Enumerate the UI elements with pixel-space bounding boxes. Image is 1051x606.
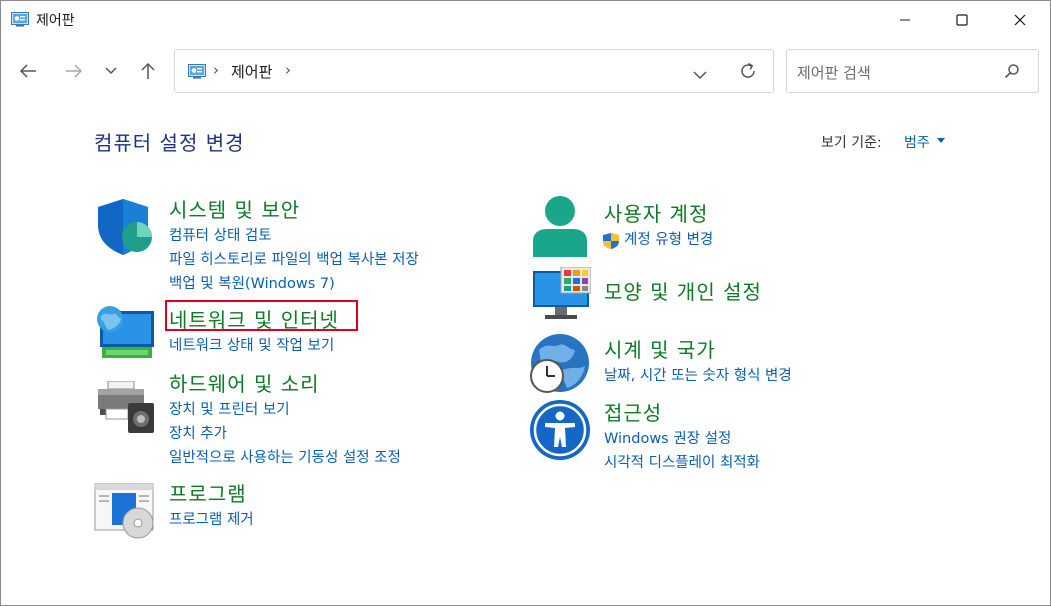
link-uninstall-program[interactable]: 프로그램 제거 xyxy=(169,508,254,532)
chevron-down-icon xyxy=(693,71,707,80)
page-title: 컴퓨터 설정 변경 xyxy=(94,131,245,155)
control-panel-window: 제어판 › 제어판 › 제어판 검색 컴퓨터 설정 변경 보기 기준: 범주 시… xyxy=(0,0,1051,606)
link-date-time-format[interactable]: 날짜, 시간 또는 숫자 형식 변경 xyxy=(604,364,792,388)
arrow-up-icon xyxy=(141,62,155,79)
link-backup-restore[interactable]: 백업 및 복원(Windows 7) xyxy=(169,272,419,296)
breadcrumb-control-panel[interactable]: 제어판 xyxy=(231,61,272,82)
link-optimize-display[interactable]: 시각적 디스플레이 최적화 xyxy=(604,451,760,475)
category-appearance: 모양 및 개인 설정 xyxy=(604,276,762,305)
view-by-label: 보기 기준: xyxy=(821,135,882,151)
network-icon[interactable] xyxy=(96,303,156,361)
link-add-device[interactable]: 장치 추가 xyxy=(169,422,401,446)
shield-icon[interactable] xyxy=(96,197,156,257)
minimize-button[interactable] xyxy=(876,1,934,39)
link-recommended-settings[interactable]: Windows 권장 설정 xyxy=(604,427,760,451)
category-title-appearance[interactable]: 모양 및 개인 설정 xyxy=(604,276,762,305)
control-panel-icon xyxy=(188,64,206,79)
chevron-down-icon xyxy=(105,67,117,75)
category-title-network-internet[interactable]: 네트워크 및 인터넷 xyxy=(169,304,339,333)
title-bar: 제어판 xyxy=(1,1,1050,39)
link-change-account-type[interactable]: 계정 유형 변경 xyxy=(624,228,713,252)
refresh-button[interactable] xyxy=(738,61,758,85)
uac-shield-icon xyxy=(603,233,619,249)
navigation-bar: › 제어판 › 제어판 검색 xyxy=(1,45,1050,97)
category-clock-region: 시계 및 국가 날짜, 시간 또는 숫자 형식 변경 xyxy=(604,334,792,388)
recent-locations-button[interactable] xyxy=(98,57,124,85)
appearance-icon[interactable] xyxy=(531,267,591,321)
breadcrumb-separator: › xyxy=(213,61,219,79)
arrow-left-icon xyxy=(19,64,36,78)
close-icon xyxy=(1014,14,1026,26)
printer-icon[interactable] xyxy=(96,381,156,433)
refresh-icon xyxy=(741,62,755,78)
search-placeholder: 제어판 검색 xyxy=(797,64,871,82)
up-button[interactable] xyxy=(134,57,162,85)
category-ease-of-access: 접근성 Windows 권장 설정 시각적 디스플레이 최적화 xyxy=(604,397,760,475)
programs-icon[interactable] xyxy=(94,483,156,539)
breadcrumb-separator[interactable]: › xyxy=(285,61,291,79)
control-panel-icon xyxy=(11,12,29,27)
address-dropdown-button[interactable] xyxy=(693,65,707,84)
arrow-right-icon xyxy=(66,64,83,78)
category-network-internet: 네트워크 및 인터넷 네트워크 상태 및 작업 보기 xyxy=(169,304,339,358)
window-title: 제어판 xyxy=(36,13,75,29)
view-by-dropdown[interactable]: 범주 xyxy=(904,132,930,152)
close-button[interactable] xyxy=(991,1,1049,39)
category-title-system-security[interactable]: 시스템 및 보안 xyxy=(169,194,419,223)
caret-down-icon[interactable] xyxy=(937,138,945,143)
category-system-security: 시스템 및 보안 컴퓨터 상태 검토 파일 히스토리로 파일의 백업 복사본 저… xyxy=(169,194,419,296)
back-button[interactable] xyxy=(14,57,42,85)
link-review-computer-status[interactable]: 컴퓨터 상태 검토 xyxy=(169,224,419,248)
clock-region-icon[interactable] xyxy=(529,332,591,394)
category-title-user-accounts[interactable]: 사용자 계정 xyxy=(604,198,713,227)
category-hardware-sound: 하드웨어 및 소리 장치 및 프린터 보기 장치 추가 일반적으로 사용하는 기… xyxy=(169,368,401,470)
category-programs: 프로그램 프로그램 제거 xyxy=(169,478,254,532)
address-bar[interactable]: › 제어판 › xyxy=(174,49,774,93)
link-network-status[interactable]: 네트워크 상태 및 작업 보기 xyxy=(169,334,339,358)
link-devices-printers[interactable]: 장치 및 프린터 보기 xyxy=(169,398,401,422)
category-title-programs[interactable]: 프로그램 xyxy=(169,478,254,507)
minimize-icon xyxy=(900,19,910,21)
link-mobility-settings[interactable]: 일반적으로 사용하는 기동성 설정 조정 xyxy=(169,446,401,470)
search-icon xyxy=(1004,64,1019,79)
link-file-history[interactable]: 파일 히스토리로 파일의 백업 복사본 저장 xyxy=(169,248,419,272)
search-box[interactable]: 제어판 검색 xyxy=(786,49,1039,93)
search-button[interactable] xyxy=(1004,63,1020,83)
accessibility-icon[interactable] xyxy=(529,399,591,461)
user-account-icon[interactable] xyxy=(531,195,589,257)
maximize-button[interactable] xyxy=(933,1,991,39)
category-title-hardware-sound[interactable]: 하드웨어 및 소리 xyxy=(169,368,401,397)
category-user-accounts: 사용자 계정 계정 유형 변경 xyxy=(603,198,713,252)
maximize-icon xyxy=(956,14,968,26)
category-title-ease-of-access[interactable]: 접근성 xyxy=(604,397,760,426)
forward-button[interactable] xyxy=(60,57,88,85)
category-title-clock-region[interactable]: 시계 및 국가 xyxy=(604,334,792,363)
